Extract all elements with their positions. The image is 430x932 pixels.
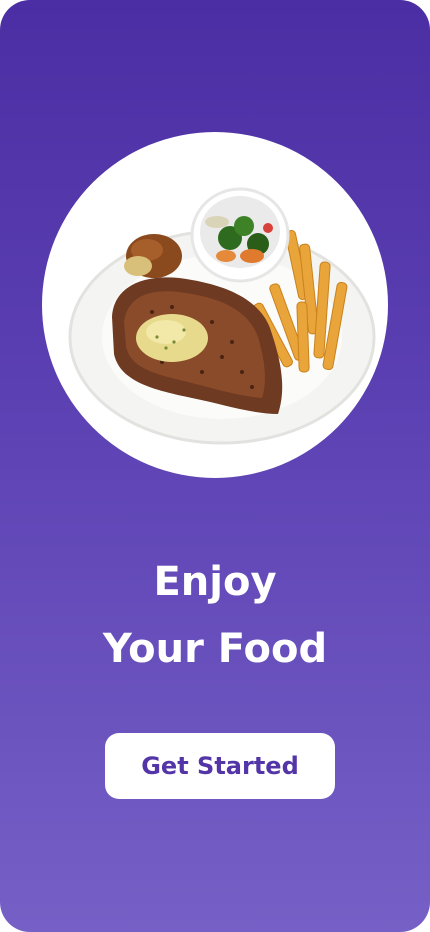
headline-line2: Your Food <box>102 626 328 672</box>
hero-food-image <box>42 132 388 478</box>
headline-line1: Enjoy <box>153 559 277 605</box>
onboarding-screen: Enjoy Your Food Get Started <box>0 0 430 932</box>
get-started-button[interactable]: Get Started <box>105 733 335 799</box>
